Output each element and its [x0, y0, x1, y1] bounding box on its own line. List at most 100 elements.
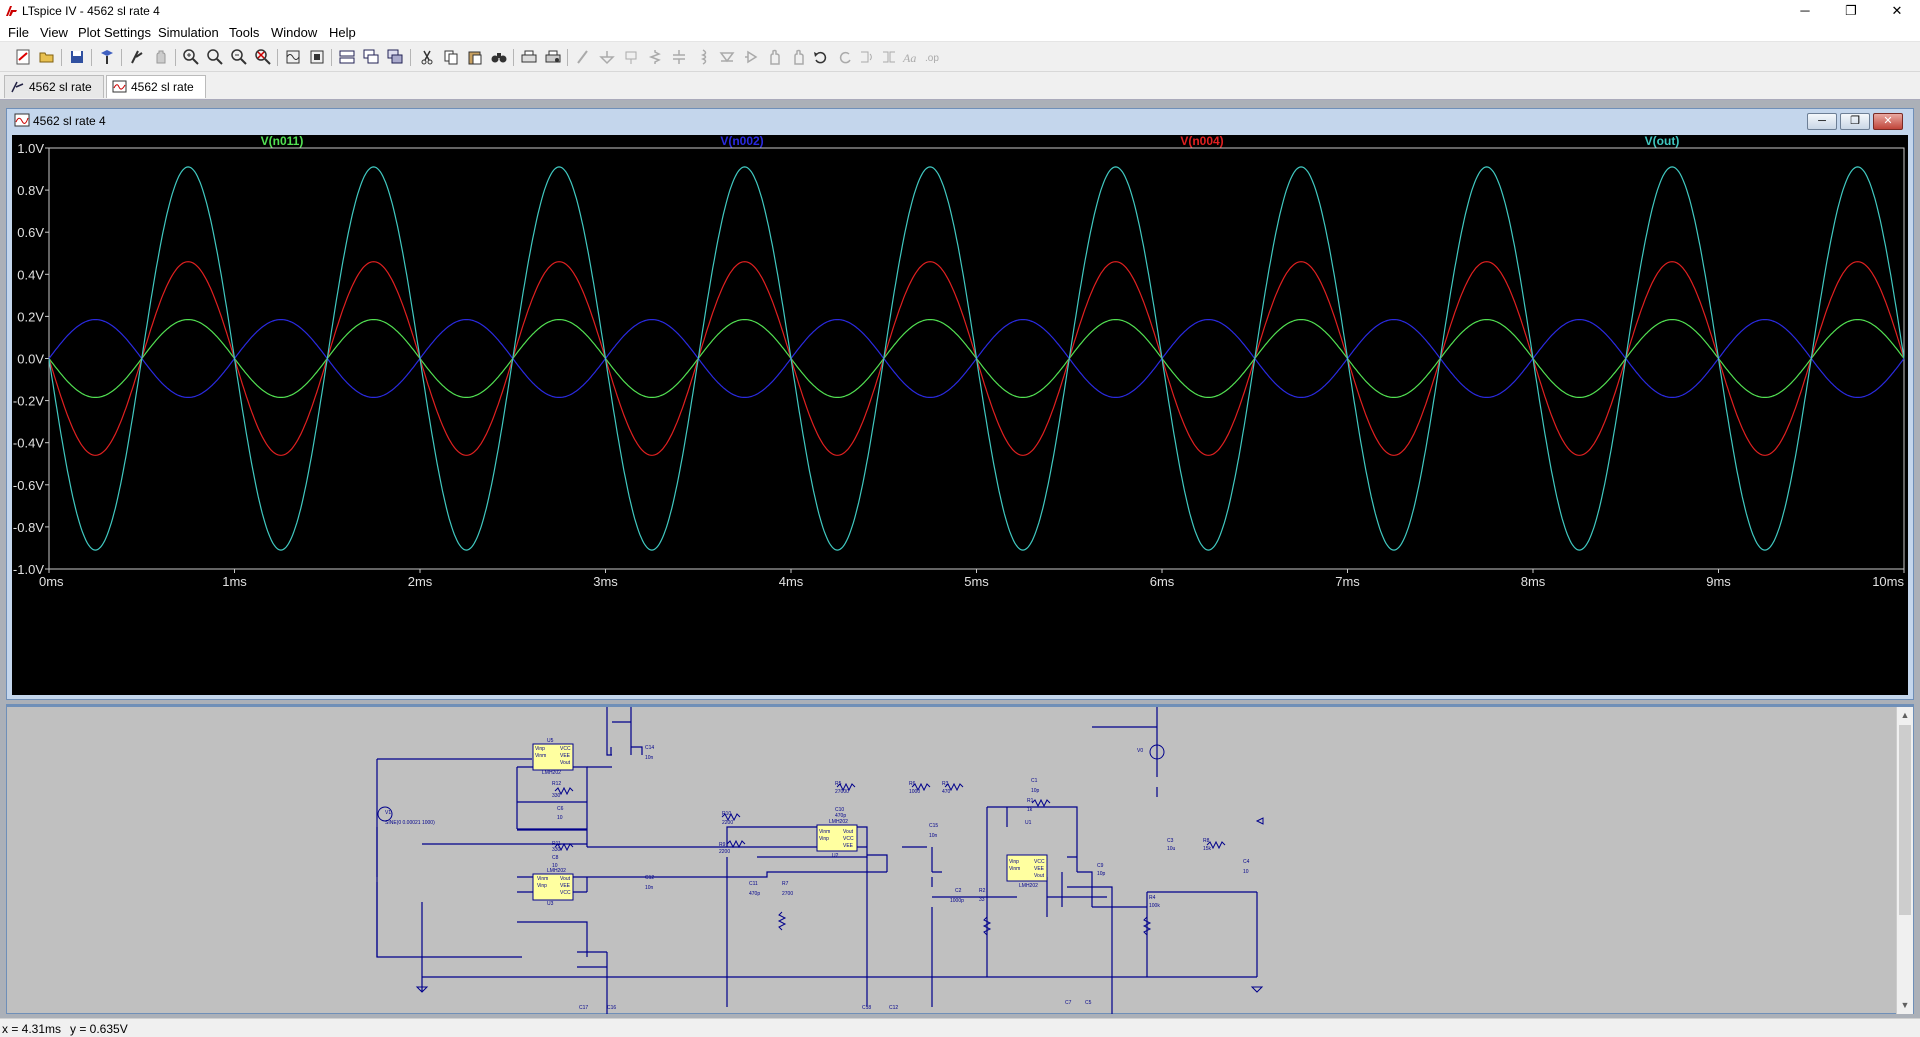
svg-text:C16: C16 [607, 1005, 616, 1011]
plot-restore-button[interactable]: ❐ [1840, 113, 1870, 130]
scroll-down-icon[interactable]: ▼ [1897, 997, 1913, 1013]
wire-icon[interactable] [574, 48, 592, 66]
svg-text:R1: R1 [1027, 798, 1034, 804]
svg-text:U1: U1 [1025, 820, 1032, 826]
undo-icon[interactable] [812, 48, 830, 66]
svg-text:C12: C12 [645, 875, 654, 881]
cursor-y-readout: y = 0.635V [70, 1022, 128, 1036]
tile-vertical-icon[interactable] [386, 48, 404, 66]
find-icon[interactable] [490, 48, 508, 66]
menu-simulation[interactable]: Simulation [158, 25, 219, 40]
print-icon[interactable] [520, 48, 538, 66]
y-tick-label: 0.2V [17, 309, 44, 324]
menu-window[interactable]: Window [271, 25, 317, 40]
svg-text:LMH202: LMH202 [542, 770, 561, 776]
new-schematic-icon[interactable] [14, 48, 32, 66]
ground-icon[interactable] [598, 48, 616, 66]
svg-text:V0: V0 [1137, 748, 1143, 754]
menu-file[interactable]: File [8, 25, 29, 40]
zoom-in-icon[interactable] [182, 48, 200, 66]
zoom-out-icon[interactable] [230, 48, 248, 66]
y-tick-label: 1.0V [17, 141, 44, 156]
move-icon[interactable] [766, 48, 784, 66]
resistor-icon[interactable] [646, 48, 664, 66]
inductor-icon[interactable] [694, 48, 712, 66]
x-tick-label: 8ms [1521, 574, 1546, 589]
schematic-wires [376, 707, 1258, 1014]
label-icon[interactable] [622, 48, 640, 66]
plot-area[interactable]: 1.0V 0.8V 0.6V 0.4V 0.2V 0.0V -0.2V -0.4V -0.6V -… [12, 135, 1908, 695]
text-icon[interactable]: Aa [902, 48, 920, 66]
fit-icon[interactable] [308, 48, 326, 66]
rotate-icon[interactable] [858, 48, 876, 66]
menu-view[interactable]: View [40, 25, 68, 40]
zoom-full-icon[interactable] [206, 48, 224, 66]
svg-text:R4: R4 [1149, 895, 1156, 901]
schematic-vertical-scrollbar[interactable]: ▲ ▼ [1896, 707, 1913, 1014]
svg-text:Aa: Aa [902, 51, 916, 65]
mirror-icon[interactable] [880, 48, 898, 66]
save-icon[interactable] [68, 48, 86, 66]
y-tick-label: 0.0V [17, 352, 44, 367]
paste-icon[interactable] [466, 48, 484, 66]
svg-text:SINE(0 0.00021 1000): SINE(0 0.00021 1000) [385, 820, 435, 826]
svg-text:R7: R7 [782, 881, 789, 887]
x-tick-label: 0ms [39, 574, 64, 589]
svg-text:VCC: VCC [560, 746, 571, 752]
capacitor-icon[interactable] [670, 48, 688, 66]
svg-text:10u: 10u [1167, 846, 1176, 852]
waveform-window-title: 4562 sl rate 4 [33, 114, 106, 128]
plot-close-button[interactable]: ✕ [1873, 113, 1903, 130]
menu-plot-settings[interactable]: Plot Settings [78, 25, 151, 40]
run-icon[interactable] [128, 48, 146, 66]
menu-help[interactable]: Help [329, 25, 356, 40]
svg-text:2200: 2200 [722, 820, 733, 826]
mdi-workspace: 4562 sl rate 4 ─ ❐ ✕ 1.0V 0.8V 0.6V 0.4V 0.2… [0, 100, 1920, 1018]
waveform-plot[interactable]: 1.0V 0.8V 0.6V 0.4V 0.2V 0.0V -0.2V -0.4V -0.6V -… [12, 135, 1908, 695]
maximize-button[interactable]: ❐ [1828, 0, 1874, 22]
control-panel-icon[interactable] [98, 48, 116, 66]
svg-text:33: 33 [979, 897, 985, 903]
x-tick-label: 3ms [593, 574, 618, 589]
spice-directive-icon[interactable]: .op [924, 48, 942, 66]
svg-text:C3: C3 [1167, 838, 1174, 844]
svg-text:R9: R9 [719, 842, 726, 848]
svg-text:LMH202: LMH202 [547, 868, 566, 874]
redo-icon[interactable] [836, 48, 854, 66]
legend-vn004: V(n004) [1180, 135, 1223, 148]
svg-text:Vinm: Vinm [537, 876, 548, 882]
x-tick-label: 7ms [1335, 574, 1360, 589]
diode-icon[interactable] [718, 48, 736, 66]
tile-horizontal-icon[interactable] [338, 48, 356, 66]
menu-tools[interactable]: Tools [229, 25, 259, 40]
print-preview-icon[interactable] [544, 48, 562, 66]
scrollbar-thumb[interactable] [1899, 725, 1911, 915]
svg-text:1k: 1k [1027, 807, 1033, 813]
drag-icon[interactable] [790, 48, 808, 66]
svg-text:Vinp: Vinp [819, 836, 829, 842]
svg-text:330: 330 [552, 847, 561, 853]
waveform-window[interactable]: 4562 sl rate 4 ─ ❐ ✕ 1.0V 0.8V 0.6V 0.4V 0.2… [6, 108, 1914, 700]
close-button[interactable]: ✕ [1874, 0, 1920, 22]
menu-bar: File View Plot Settings Simulation Tools… [0, 22, 1920, 42]
zoom-cancel-icon[interactable] [254, 48, 272, 66]
copy-icon[interactable] [442, 48, 460, 66]
plot-minimize-button[interactable]: ─ [1807, 113, 1837, 130]
tab-waveform[interactable]: 4562 sl rate 4 [106, 75, 206, 116]
cascade-icon[interactable] [362, 48, 380, 66]
schematic-labels: U5 LMH202 Vinp Vinm VCC VEE Vout C14 10n… [385, 738, 1250, 1011]
component-icon[interactable] [742, 48, 760, 66]
halt-icon[interactable] [152, 48, 170, 66]
svg-text:VCC: VCC [1034, 859, 1045, 865]
scroll-up-icon[interactable]: ▲ [1897, 707, 1913, 723]
schematic-canvas[interactable]: U5 LMH202 Vinp Vinm VCC VEE Vout C14 10n… [7, 707, 1897, 1014]
x-tick-label: 9ms [1706, 574, 1731, 589]
autorange-icon[interactable] [284, 48, 302, 66]
tab-schematic[interactable]: 4562 sl rate 4 [4, 75, 104, 116]
open-icon[interactable] [38, 48, 56, 66]
cut-icon[interactable] [418, 48, 436, 66]
minimize-button[interactable]: ─ [1782, 0, 1828, 22]
toolbar: Aa .op [0, 43, 1920, 72]
schematic-window[interactable]: U5 LMH202 Vinp Vinm VCC VEE Vout C14 10n… [6, 704, 1914, 1014]
svg-text:U3: U3 [547, 901, 554, 907]
